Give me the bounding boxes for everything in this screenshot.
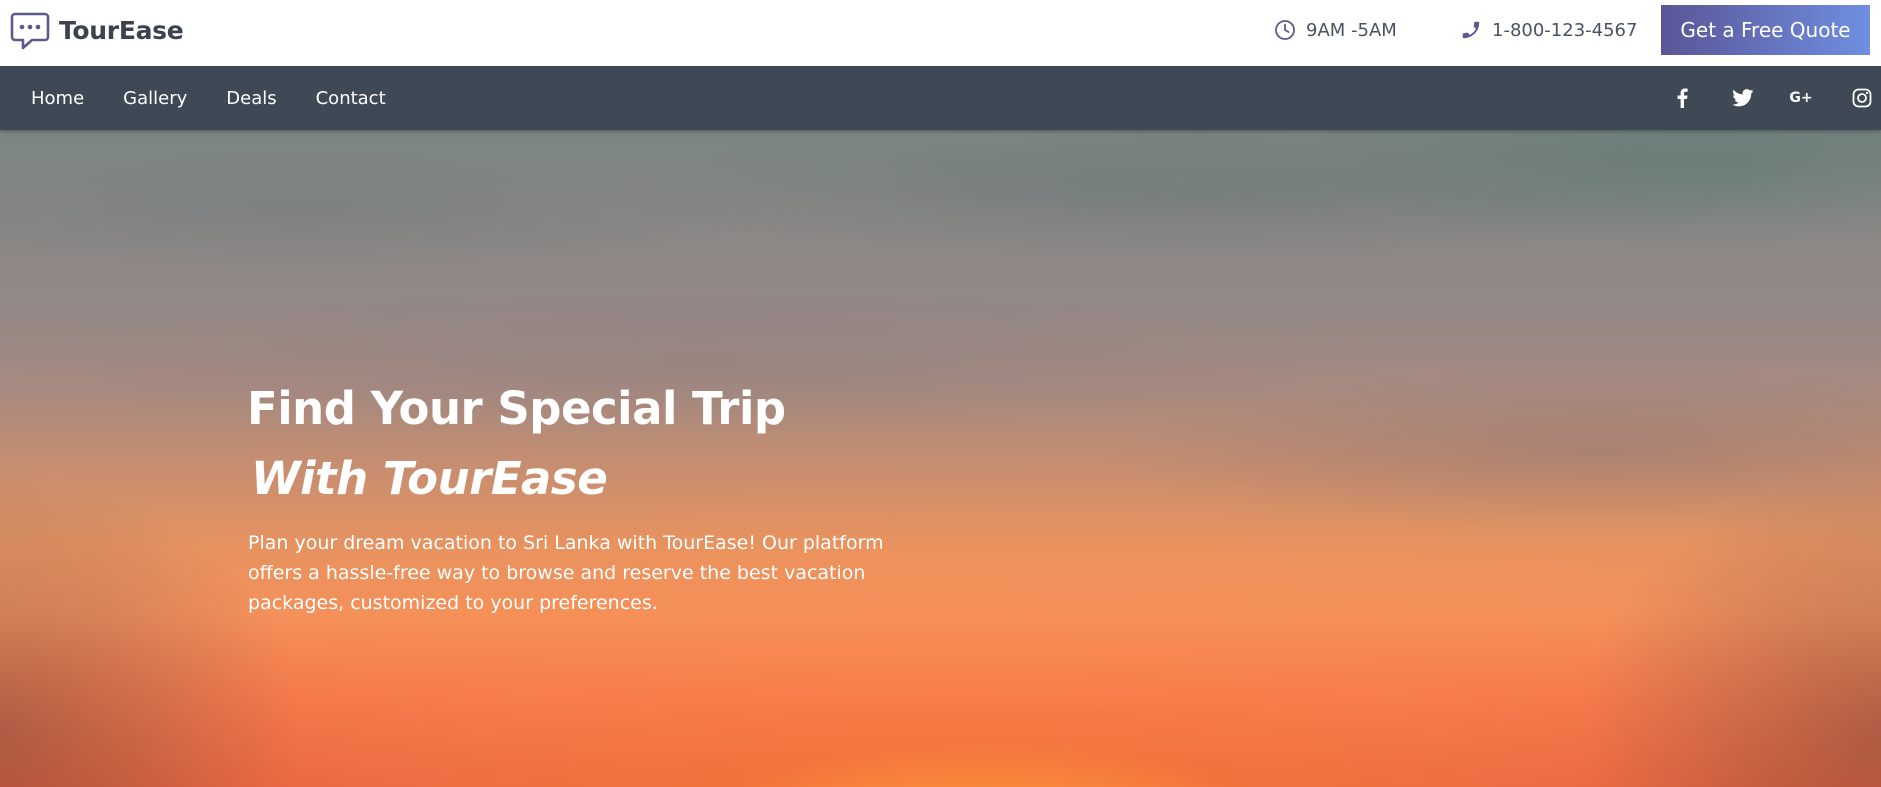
top-header: TourEase 9AM -5AM 1-800-123-4567 Get a F…	[0, 0, 1881, 66]
google-plus-glyph: G+	[1789, 90, 1813, 106]
main-navigation: Home Gallery Deals Contact G+	[0, 66, 1881, 130]
get-free-quote-button[interactable]: Get a Free Quote	[1661, 5, 1870, 55]
business-hours: 9AM -5AM	[1274, 16, 1397, 44]
twitter-icon[interactable]	[1731, 86, 1755, 110]
phone-icon	[1462, 21, 1480, 39]
clock-icon	[1275, 20, 1295, 40]
business-hours-text: 9AM -5AM	[1306, 19, 1397, 41]
brand-name: TourEase	[59, 15, 184, 45]
hero-banner: Find Your Special Trip With TourEase Pla…	[0, 130, 1881, 787]
nav-item-home[interactable]: Home	[31, 88, 84, 109]
nav-item-gallery[interactable]: Gallery	[123, 88, 187, 109]
hero-description: Plan your dream vacation to Sri Lanka wi…	[248, 532, 884, 614]
nav-links: Home Gallery Deals Contact	[31, 66, 386, 130]
facebook-icon[interactable]	[1670, 86, 1694, 110]
chat-bubble-icon	[10, 12, 50, 50]
phone-number[interactable]: 1-800-123-4567	[1460, 16, 1637, 44]
nav-item-contact[interactable]: Contact	[316, 88, 386, 109]
social-links: G+	[1621, 66, 1881, 130]
nav-item-deals[interactable]: Deals	[226, 88, 276, 109]
hero-title: Find Your Special Trip	[247, 382, 786, 435]
google-plus-icon[interactable]: G+	[1789, 86, 1813, 110]
brand-logo[interactable]: TourEase	[10, 10, 184, 50]
phone-number-text: 1-800-123-4567	[1492, 19, 1638, 41]
instagram-icon[interactable]	[1850, 86, 1874, 110]
hero-subtitle: With TourEase	[251, 452, 608, 505]
